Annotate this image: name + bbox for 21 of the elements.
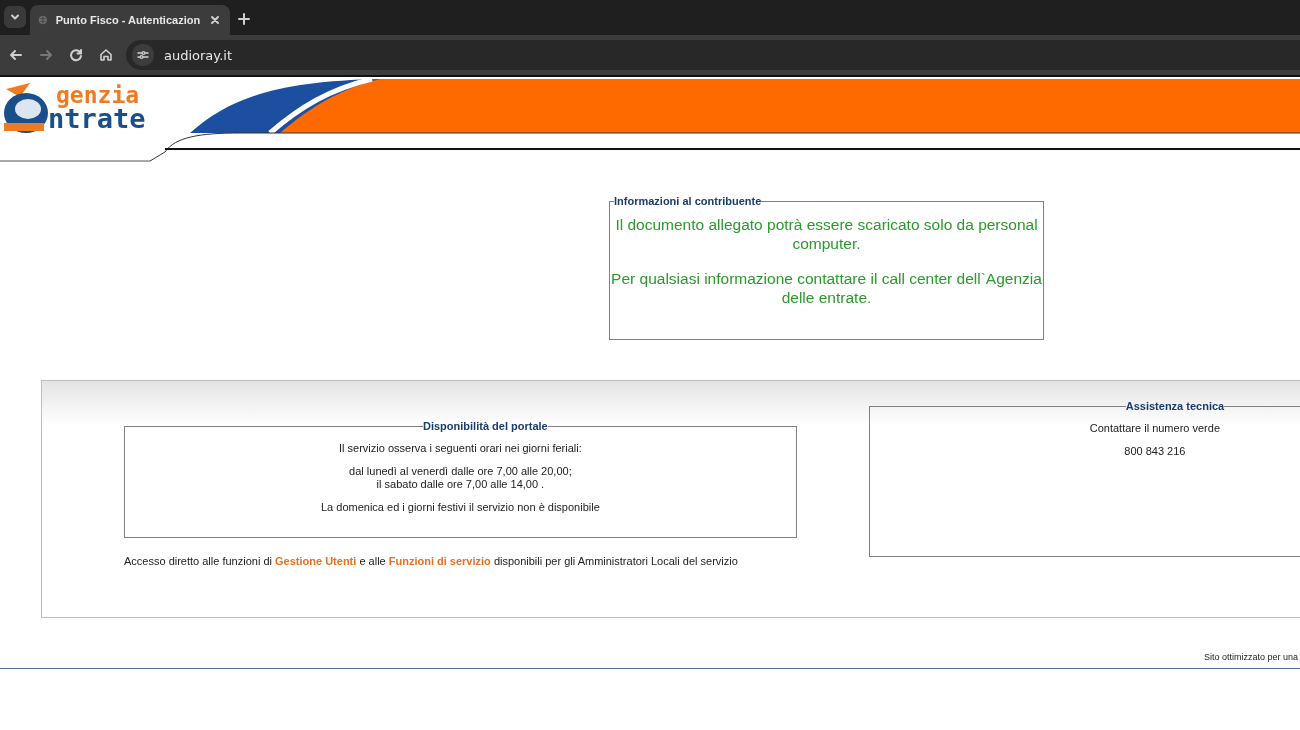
address-field[interactable]: audioray.it	[164, 47, 232, 63]
site-settings-icon[interactable]	[132, 44, 154, 66]
support-text: Contattare il numero verde	[1088, 422, 1221, 435]
info-message: Il documento allegato potrà essere scaricato solo da personal computer.	[614, 215, 1039, 253]
browser-tab[interactable]: Punto Fisco - Autenticazion	[30, 5, 230, 35]
support-box-title: Assistenza tecnica	[1125, 400, 1225, 412]
access-note: Accesso diretto alle funzioni di Gestione Utenti e alle Funzioni di servizio disponibili per gli Amministratori Locali del servizio	[124, 555, 739, 567]
logo-text: genzia	[56, 83, 141, 107]
tab-list-button[interactable]	[4, 6, 26, 28]
tab-title: Punto Fisco - Autenticazion	[55, 14, 201, 26]
footer-note: Sito ottimizzato per una	[1203, 652, 1298, 662]
chevron-down-icon	[10, 12, 20, 22]
availability-text: dal lunedì al venerdì dalle ore 7,00 alle 20,00; il sabato dalle ore 7,00 alle 14,00 .	[348, 465, 573, 491]
availability-text: Il servizio osserva i seguenti orari nei giorni feriali:	[338, 442, 583, 455]
logo-text: ntrate	[48, 107, 146, 131]
globe-icon	[38, 13, 48, 27]
support-text: 800 843 216	[1123, 445, 1187, 458]
availability-box-title: Disponibilità del portale	[423, 420, 548, 432]
info-message: Per qualsiasi informazione contattare il call center dell`Agenzia delle entrate.	[610, 269, 1043, 307]
availability-text: La domenica ed i giorni festivi il servizio non è disponibile	[319, 501, 601, 514]
info-box-title: Informazioni al contribuente	[614, 195, 762, 207]
